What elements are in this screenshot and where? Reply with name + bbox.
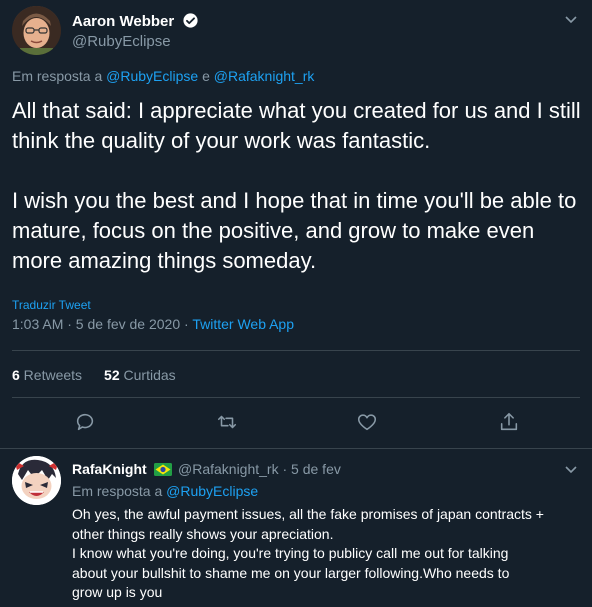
tweet-source[interactable]: Twitter Web App bbox=[192, 316, 294, 332]
translate-tweet-link[interactable]: Traduzir Tweet bbox=[12, 298, 91, 312]
mention-rafaknight[interactable]: @Rafaknight_rk bbox=[214, 68, 315, 84]
retweets-count: 6 bbox=[12, 367, 20, 383]
reply-author-avatar[interactable] bbox=[12, 456, 61, 505]
replying-prefix: Em resposta a bbox=[12, 68, 107, 84]
meta-separator: · bbox=[180, 316, 193, 332]
reply-replying-to: Em resposta a @RubyEclipse bbox=[72, 483, 258, 499]
reply-separator: · bbox=[278, 461, 292, 477]
divider bbox=[12, 350, 580, 351]
like-icon[interactable] bbox=[356, 411, 378, 433]
reply-author-handle[interactable]: @Rafaknight_rk bbox=[178, 461, 279, 477]
reply-text-line: about your bullshit to shame me on your … bbox=[72, 564, 510, 581]
author-avatar[interactable] bbox=[12, 6, 61, 55]
brazil-flag-icon bbox=[153, 463, 172, 479]
reply-text-line: other things really shows your apreciati… bbox=[72, 525, 334, 542]
caret-down-icon[interactable] bbox=[564, 12, 578, 24]
likes-label: Curtidas bbox=[119, 367, 176, 383]
author-name-text[interactable]: Aaron Webber bbox=[72, 13, 174, 30]
reply-text-line: I know what you're doing, you're trying … bbox=[72, 545, 509, 561]
likes-count: 52 bbox=[104, 367, 120, 383]
reply-mention-rubyeclipse[interactable]: @RubyEclipse bbox=[166, 483, 258, 499]
verified-icon bbox=[182, 12, 199, 33]
reply-icon[interactable] bbox=[74, 411, 96, 433]
replying-joiner: e bbox=[198, 68, 214, 84]
main-tweet: Aaron Webber @RubyEclipse Em resposta a … bbox=[0, 0, 592, 449]
reply-author-name[interactable]: RafaKnight bbox=[72, 461, 172, 479]
reply-date[interactable]: 5 de fev bbox=[291, 461, 341, 477]
tweet-text: All that said: I appreciate what you cre… bbox=[12, 98, 581, 273]
retweets-label: Retweets bbox=[19, 367, 83, 383]
reply-author-meta: @Rafaknight_rk · 5 de fev bbox=[178, 461, 341, 477]
caret-down-icon[interactable] bbox=[564, 462, 578, 474]
author-name[interactable]: Aaron Webber bbox=[72, 12, 199, 33]
share-icon[interactable] bbox=[498, 411, 520, 433]
tweet-meta: 1:03 AM · 5 de fev de 2020 · Twitter Web… bbox=[12, 316, 294, 332]
replying-to: Em resposta a @RubyEclipse e @Rafaknight… bbox=[12, 68, 314, 84]
reply-replying-prefix: Em resposta a bbox=[72, 483, 167, 499]
reply-text-line: Oh yes, the awful payment issues, all th… bbox=[72, 506, 544, 522]
tweet-timestamp[interactable]: 1:03 AM · 5 de fev de 2020 bbox=[12, 316, 180, 332]
divider bbox=[12, 397, 580, 398]
reply-text: Oh yes, the awful payment issues, all th… bbox=[72, 505, 577, 603]
retweets-stat[interactable]: 6 Retweets bbox=[12, 367, 82, 383]
reply-text-line: grow up is you bbox=[72, 584, 163, 600]
likes-stat[interactable]: 52 Curtidas bbox=[104, 367, 176, 383]
retweet-icon[interactable] bbox=[216, 411, 238, 433]
mention-rubyeclipse[interactable]: @RubyEclipse bbox=[106, 68, 198, 84]
reply-author-name-text[interactable]: RafaKnight bbox=[72, 461, 147, 477]
tweet-stats: 6 Retweets 52 Curtidas bbox=[12, 367, 176, 383]
author-handle[interactable]: @RubyEclipse bbox=[72, 33, 171, 50]
